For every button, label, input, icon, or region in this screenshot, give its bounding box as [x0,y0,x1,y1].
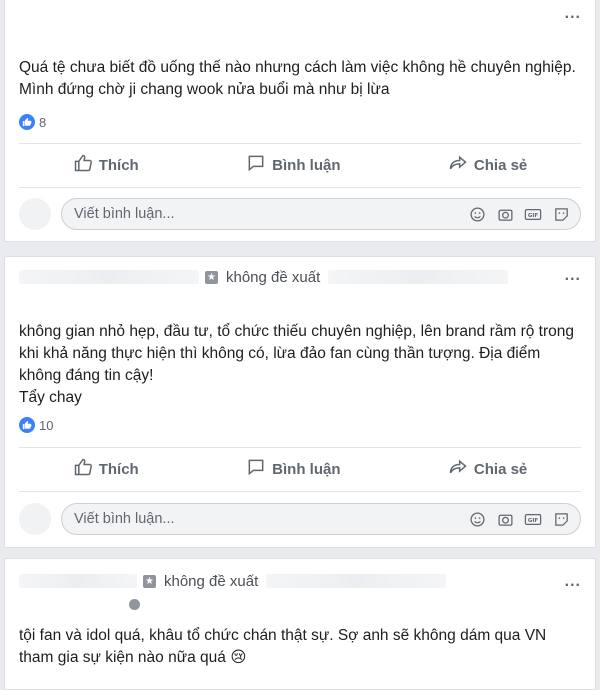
like-reaction-icon [19,114,35,130]
globe-icon [129,599,140,610]
comment-input[interactable] [72,510,468,528]
comment-box[interactable]: GIF [61,198,581,230]
svg-text:GIF: GIF [528,517,539,523]
divider [19,187,581,188]
comment-button[interactable]: Bình luận [246,153,340,177]
gif-icon[interactable]: GIF [524,205,542,223]
thumbs-up-icon [73,457,93,481]
post-card-1: ... Quá tệ chưa biết đồ uống thế nào như… [4,0,596,242]
share-button[interactable]: Chia sẻ [448,153,527,177]
reactions-summary[interactable]: 8 [19,114,46,130]
share-label: Chia sẻ [473,460,528,478]
reactions-summary[interactable]: 10 [19,417,53,433]
more-options-icon[interactable]: ... [565,6,581,22]
sticker-icon[interactable] [552,205,570,223]
share-button[interactable]: Chia sẻ [448,457,527,481]
post-text: không gian nhỏ hẹp, đầu tư, tổ chức thiế… [19,323,575,406]
recommendation-icon: ★ [143,574,156,588]
like-button[interactable]: Thích [73,457,139,481]
gif-icon[interactable]: GIF [524,510,542,528]
author-name-blurred [19,270,199,284]
post-header: ★ không đề xuất [19,571,447,591]
like-label: Thích [98,460,139,478]
post-text: Quá tệ chưa biết đồ uống thế nào nhưng c… [19,59,576,98]
comment-button[interactable]: Bình luận [246,457,340,481]
sticker-icon[interactable] [552,510,570,528]
divider [19,143,581,144]
share-icon [448,153,468,177]
recommendation-label: không đề xuất [164,572,259,590]
comment-input[interactable] [72,205,468,223]
like-count: 10 [39,417,54,433]
recommendation-label: không đề xuất [226,268,321,286]
emoji-icon[interactable] [468,510,486,528]
post-actions: Thích Bình luận Chia sẻ [19,148,581,182]
comment-box[interactable]: GIF [61,503,581,535]
comment-composer: GIF [19,499,581,539]
post-actions: Thích Bình luận Chia sẻ [19,452,581,486]
author-name-blurred [19,574,137,588]
divider [19,491,581,492]
post-card-3: ★ không đề xuất ... tội fan và idol quá,… [4,558,596,690]
like-count: 8 [39,114,47,130]
like-button[interactable]: Thích [73,153,139,177]
comment-tools: GIF [468,510,570,528]
avatar [19,503,51,535]
share-label: Chia sẻ [473,156,528,174]
avatar [19,198,51,230]
thumbs-up-icon [73,153,93,177]
comment-tools: GIF [468,205,570,223]
page-name-blurred [266,574,447,588]
like-label: Thích [98,156,139,174]
like-reaction-icon [19,417,35,433]
emoji-icon[interactable] [468,205,486,223]
more-options-icon[interactable]: ... [565,574,581,590]
comment-composer: GIF [19,194,581,234]
divider [19,447,581,448]
comment-label: Bình luận [272,460,341,478]
page-name-blurred [328,270,509,284]
comment-icon [246,153,266,177]
more-options-icon[interactable]: ... [565,268,581,284]
post-card-2: ★ không đề xuất ... không gian nhỏ hẹp, … [4,256,596,548]
camera-icon[interactable] [496,205,514,223]
comment-label: Bình luận [272,156,341,174]
post-text: tội fan và idol quá, khâu tổ chức chán t… [19,627,551,666]
share-icon [448,457,468,481]
svg-text:GIF: GIF [528,212,539,218]
comment-icon [246,457,266,481]
post-header: ★ không đề xuất [19,267,509,287]
camera-icon[interactable] [496,510,514,528]
recommendation-icon: ★ [205,270,218,284]
